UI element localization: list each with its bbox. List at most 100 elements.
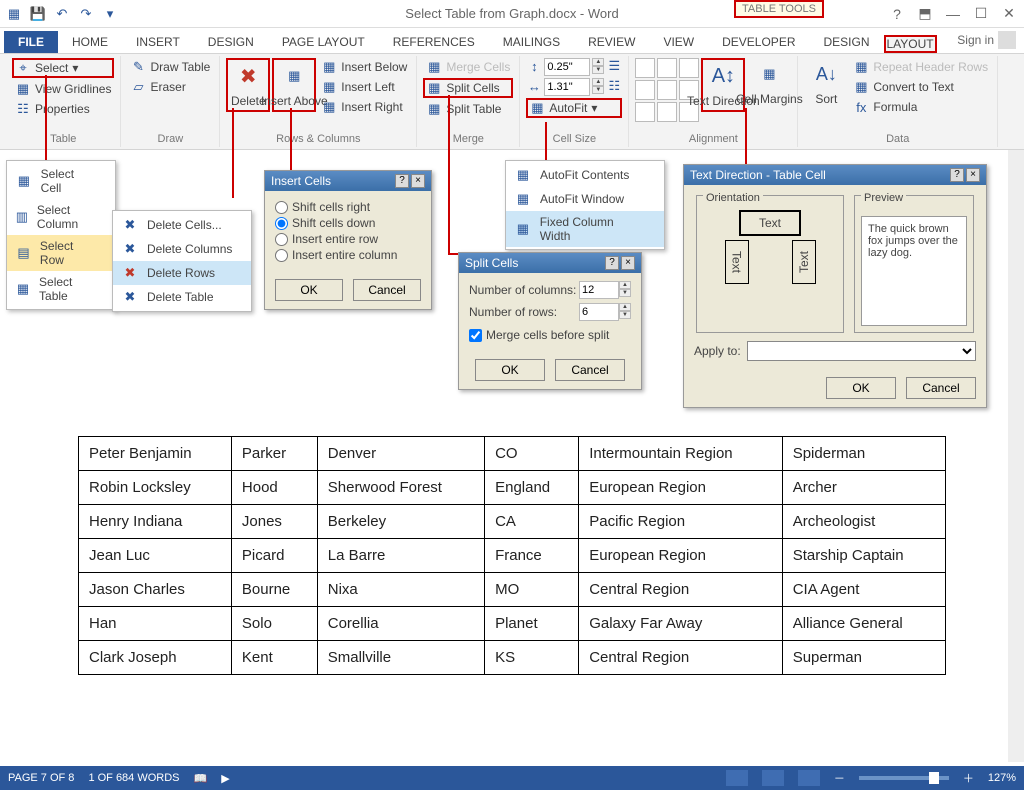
table-cell[interactable]: MO	[485, 573, 579, 607]
table-cell[interactable]: Pacific Region	[579, 505, 782, 539]
split-cells-button[interactable]: ▦Split Cells	[423, 78, 513, 98]
insert-right-button[interactable]: ▦Insert Right	[318, 98, 410, 116]
close-icon[interactable]: ×	[411, 174, 425, 188]
sort-button[interactable]: A↓Sort	[804, 58, 848, 108]
select-column-item[interactable]: ▥Select Column	[7, 199, 115, 235]
ribbon-opts-icon[interactable]: ⬒	[914, 5, 936, 22]
macro-icon[interactable]: ▶	[221, 772, 229, 785]
table-cell[interactable]: Jean Luc	[79, 539, 232, 573]
shift-right-radio[interactable]: Shift cells right	[275, 199, 421, 215]
delete-table-item[interactable]: ✖Delete Table	[113, 285, 251, 309]
minimize-icon[interactable]: —	[942, 6, 964, 22]
select-table-item[interactable]: ▦Select Table	[7, 271, 115, 307]
printlayout-icon[interactable]	[762, 770, 784, 786]
table-cell[interactable]: Intermountain Region	[579, 437, 782, 471]
table-cell[interactable]: Smallville	[317, 641, 484, 675]
zoom-in-icon[interactable]: ＋	[963, 770, 974, 786]
eraser-button[interactable]: ▱Eraser	[127, 78, 213, 96]
tab-file[interactable]: FILE	[4, 31, 58, 53]
insert-above-button[interactable]: ▦Insert Above	[272, 58, 316, 112]
view-gridlines-button[interactable]: ▦View Gridlines	[12, 80, 114, 98]
fixed-width-item[interactable]: ▦Fixed Column Width	[506, 211, 664, 247]
rows-input[interactable]	[579, 303, 619, 321]
help-icon[interactable]: ?	[605, 256, 619, 270]
autofit-window-item[interactable]: ▦AutoFit Window	[506, 187, 664, 211]
cols-input[interactable]	[579, 281, 619, 299]
table-cell[interactable]: Solo	[231, 607, 317, 641]
insert-col-radio[interactable]: Insert entire column	[275, 247, 421, 263]
table-cell[interactable]: Nixa	[317, 573, 484, 607]
tab-review[interactable]: REVIEW	[574, 31, 649, 53]
spell-icon[interactable]: 📖	[194, 772, 208, 785]
table-cell[interactable]: Parker	[231, 437, 317, 471]
cancel-button[interactable]: Cancel	[353, 279, 421, 301]
save-icon[interactable]: 💾	[28, 4, 48, 24]
close-icon[interactable]: ×	[621, 256, 635, 270]
properties-button[interactable]: ☷Properties	[12, 100, 114, 118]
page-status[interactable]: PAGE 7 OF 8	[8, 772, 74, 784]
weblayout-icon[interactable]	[798, 770, 820, 786]
table-cell[interactable]: Central Region	[579, 641, 782, 675]
width-spinner[interactable]: ▲▼	[592, 78, 604, 94]
delete-cells-item[interactable]: ✖Delete Cells...	[113, 213, 251, 237]
help-icon[interactable]: ?	[950, 168, 964, 182]
distrib-cols-icon[interactable]: ☷	[606, 78, 622, 94]
table-cell[interactable]: KS	[485, 641, 579, 675]
table-cell[interactable]: Denver	[317, 437, 484, 471]
tab-developer[interactable]: DEVELOPER	[708, 31, 809, 53]
table-cell[interactable]: Central Region	[579, 573, 782, 607]
table-cell[interactable]: Peter Benjamin	[79, 437, 232, 471]
tab-home[interactable]: HOME	[58, 31, 122, 53]
text-vert1-button[interactable]: Text	[725, 240, 749, 284]
table-cell[interactable]: Jason Charles	[79, 573, 232, 607]
rows-spin[interactable]: ▲▼	[619, 303, 631, 321]
apply-select[interactable]	[747, 341, 976, 361]
undo-icon[interactable]: ↶	[52, 4, 72, 24]
height-input[interactable]	[544, 58, 590, 76]
ok-button[interactable]: OK	[826, 377, 896, 399]
width-input[interactable]	[544, 78, 590, 96]
maximize-icon[interactable]: ☐	[970, 5, 992, 22]
convert-text-button[interactable]: ▦Convert to Text	[850, 78, 991, 96]
table-cell[interactable]: European Region	[579, 471, 782, 505]
insert-below-button[interactable]: ▦Insert Below	[318, 58, 410, 76]
select-button[interactable]: ⌖Select ▾	[12, 58, 114, 78]
autofit-contents-item[interactable]: ▦AutoFit Contents	[506, 163, 664, 187]
table-row[interactable]: Peter BenjaminParkerDenverCOIntermountai…	[79, 437, 946, 471]
word-table[interactable]: Peter BenjaminParkerDenverCOIntermountai…	[78, 436, 946, 675]
redo-icon[interactable]: ↷	[76, 4, 96, 24]
table-row[interactable]: Jason CharlesBourneNixaMOCentral RegionC…	[79, 573, 946, 607]
table-cell[interactable]: England	[485, 471, 579, 505]
table-cell[interactable]: CIA Agent	[782, 573, 945, 607]
text-vert2-button[interactable]: Text	[792, 240, 816, 284]
tab-view[interactable]: VIEW	[649, 31, 708, 53]
cell-margins-button[interactable]: ▦Cell Margins	[747, 58, 791, 108]
table-row[interactable]: Clark JosephKentSmallvilleKSCentral Regi…	[79, 641, 946, 675]
table-row[interactable]: Henry IndianaJonesBerkeleyCAPacific Regi…	[79, 505, 946, 539]
cols-spin[interactable]: ▲▼	[619, 281, 631, 299]
align-grid[interactable]	[635, 58, 699, 122]
table-cell[interactable]: Starship Captain	[782, 539, 945, 573]
close-icon[interactable]: ✕	[998, 5, 1020, 22]
shift-down-radio[interactable]: Shift cells down	[275, 215, 421, 231]
cancel-button[interactable]: Cancel	[555, 359, 625, 381]
table-cell[interactable]: Robin Locksley	[79, 471, 232, 505]
table-cell[interactable]: Sherwood Forest	[317, 471, 484, 505]
tab-design1[interactable]: DESIGN	[194, 31, 268, 53]
tab-mailings[interactable]: MAILINGS	[489, 31, 574, 53]
tab-insert[interactable]: INSERT	[122, 31, 194, 53]
draw-table-button[interactable]: ✎Draw Table	[127, 58, 213, 76]
table-cell[interactable]: France	[485, 539, 579, 573]
delete-rows-item[interactable]: ✖Delete Rows	[113, 261, 251, 285]
qat-custom-icon[interactable]: ▾	[100, 4, 120, 24]
word-count[interactable]: 1 OF 684 WORDS	[88, 772, 179, 784]
zoom-out-icon[interactable]: －	[834, 770, 845, 786]
table-cell[interactable]: Archeologist	[782, 505, 945, 539]
autofit-button[interactable]: ▦AutoFit ▾	[526, 98, 622, 118]
table-cell[interactable]: Picard	[231, 539, 317, 573]
formula-button[interactable]: fxFormula	[850, 98, 991, 116]
table-cell[interactable]: Han	[79, 607, 232, 641]
zoom-value[interactable]: 127%	[988, 772, 1016, 784]
table-cell[interactable]: Berkeley	[317, 505, 484, 539]
text-horiz-button[interactable]: Text	[739, 210, 801, 236]
